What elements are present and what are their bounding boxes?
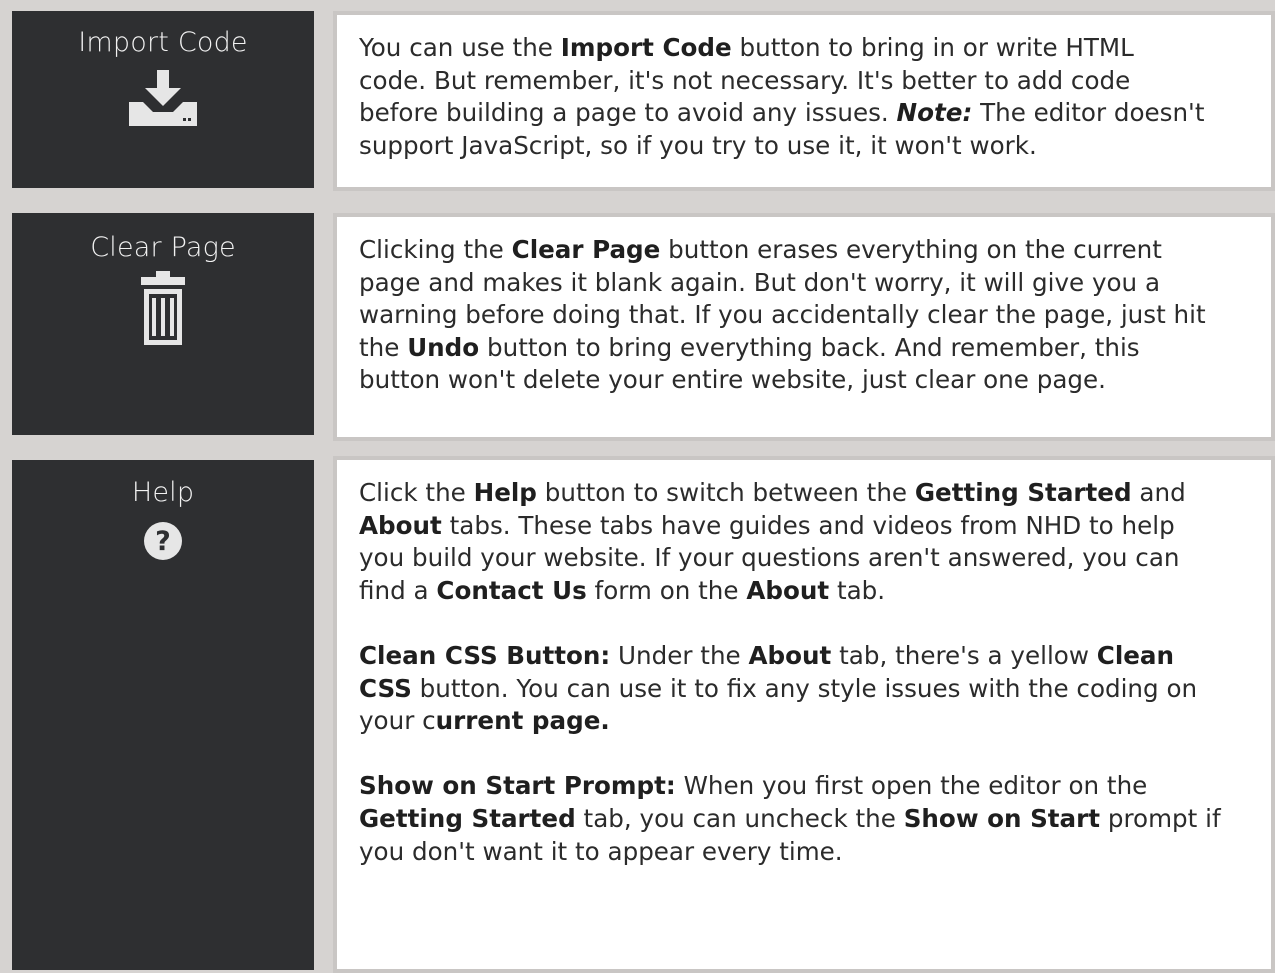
description-line: About tabs. These tabs have guides and v… <box>359 510 1271 543</box>
emphasis-text: Clean CSS Button: <box>359 640 611 670</box>
clear-page-button[interactable]: Clear Page <box>12 213 314 435</box>
text-span: tabs. These tabs have guides and videos … <box>441 510 1175 540</box>
description-line: before building a page to avoid any issu… <box>359 97 1271 130</box>
text-span: Click the <box>359 478 474 507</box>
description-line: Clicking the Clear Page button erases ev… <box>359 234 1271 267</box>
emphasis-text: Contact Us <box>436 575 587 605</box>
emphasis-text: About <box>746 575 830 605</box>
description-line: you don't want it to appear every time. <box>359 836 1271 869</box>
text-span: tab, there's a yellow <box>831 640 1097 670</box>
emphasis-text: About <box>359 510 442 540</box>
row-help: Help ? Click the Help button to switch b… <box>0 445 1275 973</box>
row-import-code: Import Code You can use the Import Code … <box>0 0 1275 200</box>
description-line: page and makes it blank again. But don't… <box>359 267 1271 300</box>
download-icon <box>129 70 197 126</box>
row-clear-page: Clear Page Clicking the Clear Page butto… <box>0 200 1275 445</box>
text-span: your c <box>359 706 436 736</box>
help-label: Help <box>131 477 195 508</box>
text-span: button to bring in or write HTML <box>731 33 1134 62</box>
text-span: tab. <box>829 575 886 605</box>
text-span: button erases everything on the current <box>660 235 1162 264</box>
description-line: Getting Started tab, you can uncheck the… <box>359 803 1271 836</box>
text-span: code. But remember, it's not necessary. … <box>359 65 1131 95</box>
text-span: You can use the <box>359 33 561 62</box>
description-line: find a Contact Us form on the About tab. <box>359 575 1271 608</box>
description-line: Clean CSS Button: Under the About tab, t… <box>359 640 1271 673</box>
emphasis-text: urrent page. <box>435 706 610 736</box>
text-span: page and makes it blank again. But don't… <box>359 267 1161 297</box>
text-span: The editor doesn't <box>972 98 1205 128</box>
description-line: code. But remember, it's not necessary. … <box>359 65 1271 98</box>
text-span: and <box>1131 478 1186 507</box>
svg-text:?: ? <box>155 526 171 557</box>
help-text: Click the Help button to switch between … <box>359 477 1271 868</box>
emphasis-text: Import Code <box>560 33 732 62</box>
help-icon: ? <box>144 522 182 560</box>
emphasis-text: Getting Started <box>914 478 1132 507</box>
emphasis-text: Getting Started <box>359 803 576 833</box>
description-line: Show on Start Prompt: When you first ope… <box>359 770 1271 803</box>
emphasis-text: Show on Start <box>903 803 1101 833</box>
emphasis-text: Clean <box>1096 640 1175 670</box>
description-line: the Undo button to bring everything back… <box>359 332 1271 365</box>
emphasis-text: Note: <box>896 98 973 128</box>
text-span: warning before doing that. If you accide… <box>359 300 1206 330</box>
clear-page-label: Clear Page <box>90 232 236 263</box>
description-line: button won't delete your entire website,… <box>359 364 1271 397</box>
trash-icon <box>141 271 185 345</box>
text-span: prompt if <box>1100 803 1221 833</box>
text-span: before building a page to avoid any issu… <box>359 98 897 128</box>
description-line: support JavaScript, so if you try to use… <box>359 130 1271 163</box>
import-code-button[interactable]: Import Code <box>12 11 314 188</box>
emphasis-text: Help <box>473 478 537 507</box>
import-code-label: Import Code <box>78 27 248 58</box>
text-span: button to bring everything back. And rem… <box>479 332 1140 362</box>
text-span: Under the <box>610 640 749 670</box>
text-span: you don't want it to appear every time. <box>359 836 843 866</box>
description-line: you build your website. If your question… <box>359 542 1271 575</box>
import-code-text: You can use the Import Code button to br… <box>359 32 1271 162</box>
text-span: Clicking the <box>359 235 512 264</box>
text-span: button won't delete your entire website,… <box>359 365 1106 395</box>
text-span: button. You can use it to fix any style … <box>411 673 1198 703</box>
emphasis-text: Undo <box>407 332 480 362</box>
description-line: CSS button. You can use it to fix any st… <box>359 673 1271 706</box>
emphasis-text: Show on Start Prompt: <box>359 771 676 801</box>
description-line: You can use the Import Code button to br… <box>359 32 1271 65</box>
text-span: support JavaScript, so if you try to use… <box>359 130 1037 160</box>
text-span: the <box>359 332 408 362</box>
text-span: form on the <box>586 575 747 605</box>
description-line: Click the Help button to switch between … <box>359 477 1271 510</box>
text-span: button to switch between the <box>536 478 915 507</box>
emphasis-text: Clear Page <box>511 235 661 264</box>
text-span: you build your website. If your question… <box>359 543 1180 573</box>
emphasis-text: CSS <box>359 673 412 703</box>
import-code-description: You can use the Import Code button to br… <box>333 11 1275 191</box>
description-line: warning before doing that. If you accide… <box>359 299 1271 332</box>
help-button[interactable]: Help ? <box>12 460 314 970</box>
clear-page-text: Clicking the Clear Page button erases ev… <box>359 234 1271 397</box>
emphasis-text: About <box>748 640 832 670</box>
text-span: tab, you can uncheck the <box>575 803 904 833</box>
text-span: When you first open the editor on the <box>675 771 1148 801</box>
text-span: find a <box>359 575 437 605</box>
clear-page-description: Clicking the Clear Page button erases ev… <box>333 213 1275 441</box>
help-description: Click the Help button to switch between … <box>333 456 1275 973</box>
description-line: your current page. <box>359 705 1271 738</box>
